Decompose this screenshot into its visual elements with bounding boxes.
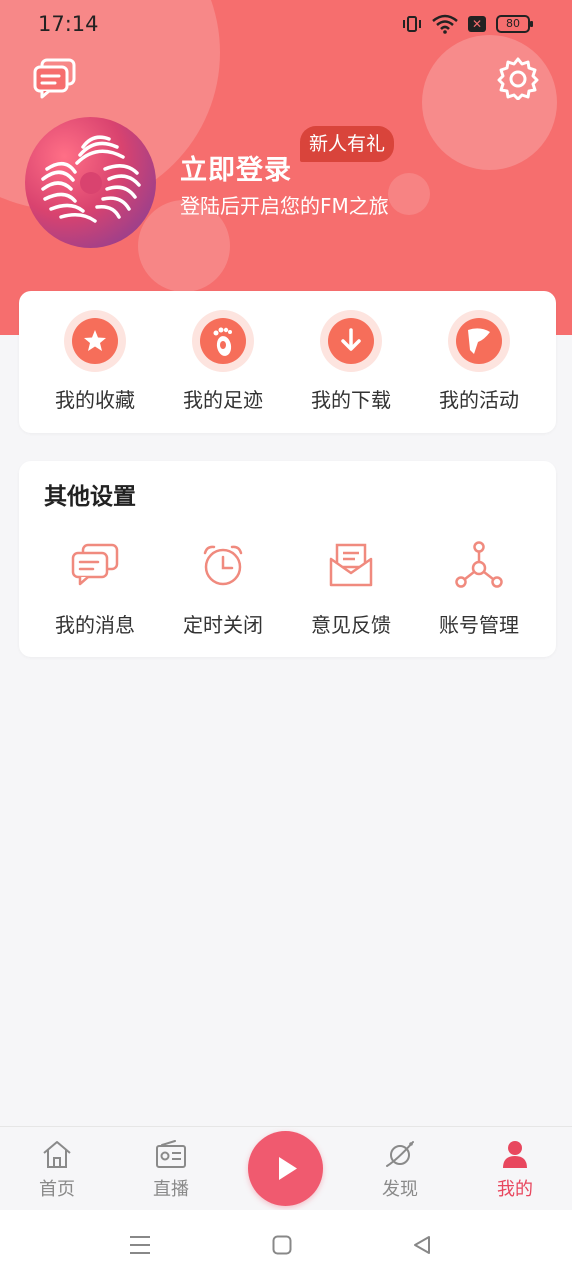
messages-label: 我的消息 xyxy=(55,613,135,637)
messages-item[interactable]: 我的消息 xyxy=(31,541,159,638)
quick-actions-card: 我的收藏 我的足迹 我的下载 我的活动 xyxy=(19,291,556,433)
footprints-label: 我的足迹 xyxy=(183,388,263,412)
favorites-label: 我的收藏 xyxy=(55,388,135,412)
tab-discover-label: 发现 xyxy=(382,1179,418,1200)
message-center-icon[interactable] xyxy=(32,56,78,100)
planet-icon xyxy=(386,1141,414,1167)
tab-live[interactable]: 直播 xyxy=(131,1139,211,1201)
tab-mine[interactable]: 我的 xyxy=(475,1139,555,1201)
downloads-icon-wrap xyxy=(320,310,382,372)
newcomer-gift-badge[interactable]: 新人有礼 xyxy=(300,126,395,162)
section-title: 其他设置 xyxy=(44,484,136,510)
feedback-label: 意见反馈 xyxy=(311,613,391,637)
status-time: 17:14 xyxy=(38,12,99,36)
login-subtitle: 登陆后开启您的FM之旅 xyxy=(180,194,389,218)
play-button[interactable] xyxy=(248,1131,323,1206)
tab-mine-label: 我的 xyxy=(497,1179,533,1200)
sleep-timer-label: 定时关闭 xyxy=(183,613,263,637)
tab-home-label: 首页 xyxy=(39,1179,75,1200)
play-icon xyxy=(279,1157,297,1180)
status-icons: ✕ 80 xyxy=(402,14,533,34)
sleep-timer-item[interactable]: 定时关闭 xyxy=(159,541,287,638)
star-icon xyxy=(84,330,106,351)
favorites-icon-wrap xyxy=(64,310,126,372)
downloads-item[interactable]: 我的下载 xyxy=(287,310,415,413)
system-nav-bar xyxy=(0,1210,572,1280)
back-triangle-icon[interactable] xyxy=(412,1235,432,1255)
login-title[interactable]: 立即登录 xyxy=(180,148,292,187)
profile-header: 17:14 ✕ 80 立即登录 登陆后开启您的FM之旅 新人有礼 xyxy=(0,0,572,335)
radio-icon xyxy=(156,1140,186,1168)
footprints-item[interactable]: 我的足迹 xyxy=(159,310,287,413)
wifi-icon xyxy=(432,14,458,34)
other-settings-card: 其他设置 我的消息 定时关闭 意见反馈 账号管理 xyxy=(19,461,556,657)
activities-label: 我的活动 xyxy=(439,388,519,412)
tab-live-label: 直播 xyxy=(153,1179,189,1200)
settings-gear-icon[interactable] xyxy=(496,56,540,100)
app-logo-icon xyxy=(41,135,141,223)
battery-level: 80 xyxy=(506,17,520,30)
decor-bubble xyxy=(388,173,430,215)
favorites-item[interactable]: 我的收藏 xyxy=(31,310,159,413)
tab-discover[interactable]: 发现 xyxy=(360,1139,440,1201)
message-icon xyxy=(71,543,119,586)
alarm-clock-icon xyxy=(203,545,243,586)
tab-home[interactable]: 首页 xyxy=(17,1139,97,1201)
downloads-label: 我的下载 xyxy=(311,388,391,412)
footprints-icon-wrap xyxy=(192,310,254,372)
battery-icon: 80 xyxy=(496,15,533,33)
account-network-icon xyxy=(455,541,503,588)
envelope-icon xyxy=(329,543,373,587)
footprint-icon xyxy=(213,327,232,356)
home-icon xyxy=(43,1141,71,1168)
flag-icon xyxy=(468,328,490,354)
menu-icon[interactable] xyxy=(128,1234,152,1256)
activities-item[interactable]: 我的活动 xyxy=(415,310,543,413)
status-bar: 17:14 ✕ 80 xyxy=(0,0,572,50)
no-sim-icon: ✕ xyxy=(468,16,486,32)
avatar[interactable] xyxy=(25,117,156,248)
home-square-icon[interactable] xyxy=(272,1235,292,1255)
feedback-item[interactable]: 意见反馈 xyxy=(287,541,415,638)
activities-icon-wrap xyxy=(448,310,510,372)
download-icon xyxy=(341,328,361,351)
user-icon xyxy=(503,1141,527,1168)
account-label: 账号管理 xyxy=(439,613,519,637)
account-item[interactable]: 账号管理 xyxy=(415,541,543,638)
vibrate-icon xyxy=(403,16,421,32)
